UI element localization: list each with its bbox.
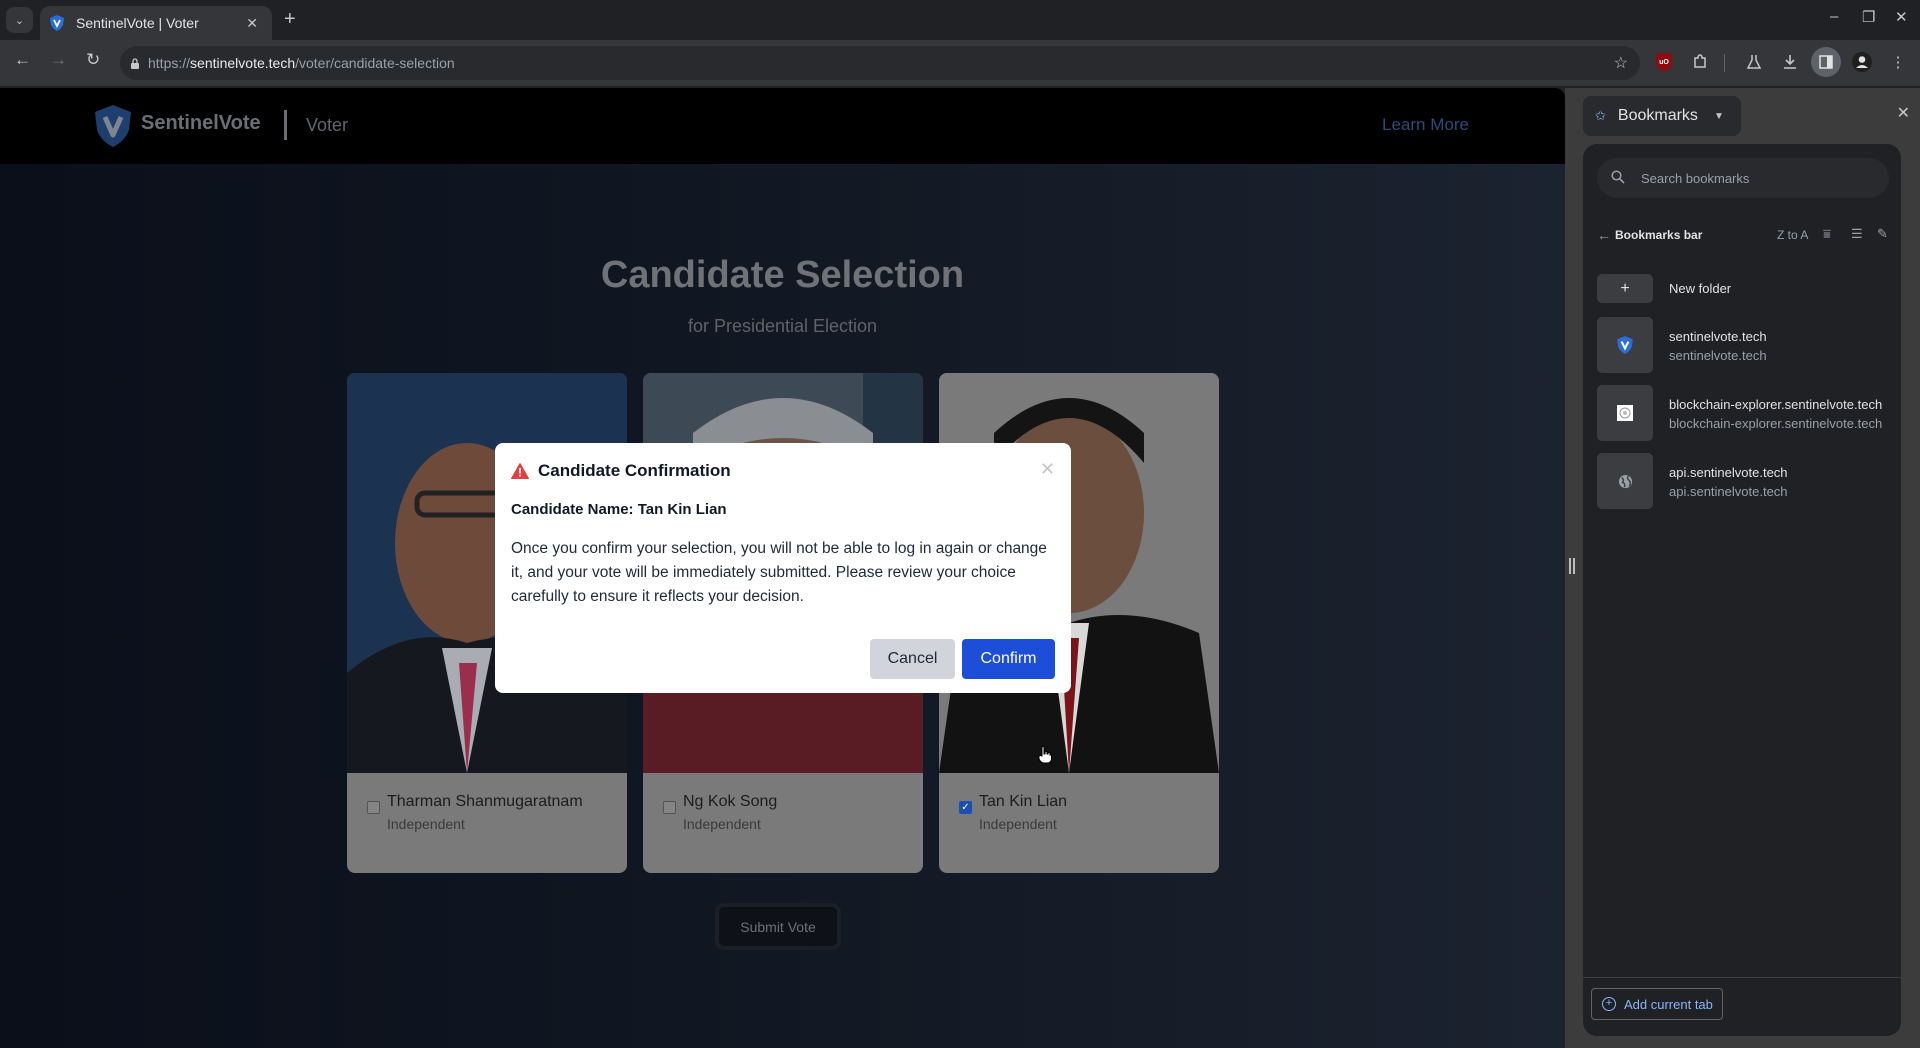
extensions-puzzle-icon[interactable] [1688, 50, 1712, 74]
bookmarks-search[interactable] [1597, 158, 1889, 198]
labs-flask-icon[interactable] [1742, 50, 1766, 74]
back-arrow-icon[interactable]: ← [1597, 227, 1611, 243]
globe-icon [1618, 474, 1632, 488]
new-tab-button[interactable]: + [284, 8, 296, 31]
site-header: SentinelVote Voter Learn More [0, 88, 1565, 164]
sentinelvote-shield-icon [1617, 336, 1633, 354]
candidate-party: Independent [683, 816, 761, 832]
sentinelvote-logo-icon [95, 105, 131, 147]
candidate-name: Tan Kin Lian [979, 793, 1068, 810]
edit-pencil-icon[interactable]: ✎ [1877, 226, 1888, 242]
lock-icon [131, 57, 139, 69]
bookmark-url: blockchain-explorer.sentinelvote.tech [1669, 416, 1883, 431]
filter-icon[interactable]: ⩸ [1823, 226, 1831, 242]
resize-grip-icon [1569, 558, 1575, 574]
profile-avatar-icon[interactable] [1850, 50, 1874, 74]
forward-icon[interactable]: → [50, 50, 67, 70]
browser-tab-active[interactable]: SentinelVote | Voter ✕ [40, 6, 272, 40]
tab-strip: ⌄ SentinelVote | Voter ✕ + – ❐ ✕ [0, 0, 1920, 40]
modal-close-icon[interactable]: ✕ [1040, 459, 1055, 480]
bookmarks-folder-bar: ← Bookmarks bar Z to A ⩸ ☰ ✎ [1597, 224, 1889, 248]
candidate-party: Independent [979, 816, 1057, 832]
restore-icon[interactable]: ❐ [1862, 8, 1875, 26]
sort-button[interactable]: Z to A [1777, 228, 1808, 242]
blockchain-favicon-icon [1617, 405, 1633, 421]
add-current-tab-label: Add current tab [1624, 996, 1713, 1012]
confirmation-modal: Candidate Confirmation ✕ Candidate Name:… [495, 443, 1071, 693]
plus-icon: + [1597, 274, 1653, 303]
new-folder-label: New folder [1669, 281, 1732, 296]
ublock-extension-icon[interactable]: uO [1652, 50, 1676, 74]
hand-cursor-icon [1038, 746, 1052, 764]
bookmarks-list-container: ← Bookmarks bar Z to A ⩸ ☰ ✎ + New folde… [1583, 144, 1901, 1036]
brand-name[interactable]: SentinelVote [141, 112, 261, 135]
candidate-name: Tharman Shanmugaratnam [387, 793, 583, 810]
candidate-checkbox[interactable] [367, 801, 380, 814]
bookmark-star-icon[interactable]: ☆ [1614, 53, 1628, 73]
bookmark-url: sentinelvote.tech [1669, 348, 1767, 363]
minimize-icon[interactable]: – [1830, 8, 1838, 25]
list-view-icon[interactable]: ☰ [1851, 226, 1863, 242]
side-panel-title: Bookmarks [1617, 107, 1698, 124]
candidate-checkbox[interactable] [663, 801, 676, 814]
browser-menu-icon[interactable]: ⋮ [1886, 50, 1910, 74]
url-text: https://sentinelvote.tech/voter/candidat… [148, 55, 455, 71]
modal-message: Once you confirm your selection, you wil… [511, 540, 1047, 605]
browser-toolbar: ← → ↻ https://sentinelvote.tech/voter/ca… [0, 40, 1920, 86]
bookmark-title: blockchain-explorer.sentinelvote.tech [1669, 397, 1883, 412]
dropdown-caret-icon: ▼ [1713, 110, 1724, 122]
modal-candidate-name: Candidate Name: Tan Kin Lian [511, 501, 727, 518]
reload-icon[interactable]: ↻ [86, 50, 100, 70]
bookmarks-search-input[interactable] [1641, 170, 1861, 186]
tab-search-button[interactable]: ⌄ [6, 7, 33, 33]
candidate-name: Ng Kok Song [683, 793, 778, 810]
search-icon [1611, 169, 1625, 187]
side-panel-close-icon[interactable]: ✕ [1897, 103, 1910, 123]
web-page: SentinelVote Voter Learn More Candidate … [0, 88, 1565, 1048]
cancel-button[interactable]: Cancel [870, 639, 955, 679]
footer-divider [1583, 977, 1901, 978]
page-title: Candidate Selection [600, 254, 965, 296]
confirm-button[interactable]: Confirm [962, 639, 1055, 679]
side-panel-icon[interactable] [1811, 47, 1841, 77]
window-close-icon[interactable]: ✕ [1895, 8, 1908, 26]
warning-icon [511, 463, 529, 479]
brand-divider [284, 110, 287, 140]
back-icon[interactable]: ← [14, 50, 31, 70]
tab-close-icon[interactable]: ✕ [246, 15, 258, 32]
add-circle-icon: + [1602, 997, 1616, 1011]
candidate-checkbox-checked[interactable]: ✓ [959, 801, 972, 814]
bookmark-url: api.sentinelvote.tech [1669, 484, 1788, 499]
folder-name: Bookmarks bar [1615, 228, 1703, 242]
bookmark-title: sentinelvote.tech [1669, 329, 1767, 344]
add-current-tab-button[interactable]: + Add current tab [1591, 988, 1723, 1020]
address-bar[interactable]: https://sentinelvote.tech/voter/candidat… [120, 46, 1640, 80]
role-label: Voter [306, 115, 349, 135]
toolbar-divider [1724, 54, 1725, 72]
bookmarks-star-icon: ✩ [1595, 108, 1606, 123]
page-subtitle: for Presidential Election [687, 316, 878, 336]
modal-title: Candidate Confirmation [538, 461, 731, 480]
candidate-party: Independent [387, 816, 465, 832]
tab-title: SentinelVote | Voter [76, 15, 199, 31]
bookmarks-side-panel: ✩ Bookmarks ▼ ✕ ← Bookmarks bar Z to A ⩸… [1577, 88, 1920, 1048]
side-panel-resize-handle[interactable] [1565, 88, 1577, 1048]
download-icon[interactable] [1778, 50, 1802, 74]
side-panel-selector[interactable]: ✩ Bookmarks ▼ [1583, 96, 1741, 136]
submit-vote-button[interactable]: Submit Vote [715, 903, 841, 950]
sentinelvote-favicon-icon [50, 15, 64, 31]
bookmark-title: api.sentinelvote.tech [1669, 465, 1788, 480]
chevron-down-icon: ⌄ [14, 14, 25, 27]
learn-more-link[interactable]: Learn More [1382, 115, 1469, 135]
